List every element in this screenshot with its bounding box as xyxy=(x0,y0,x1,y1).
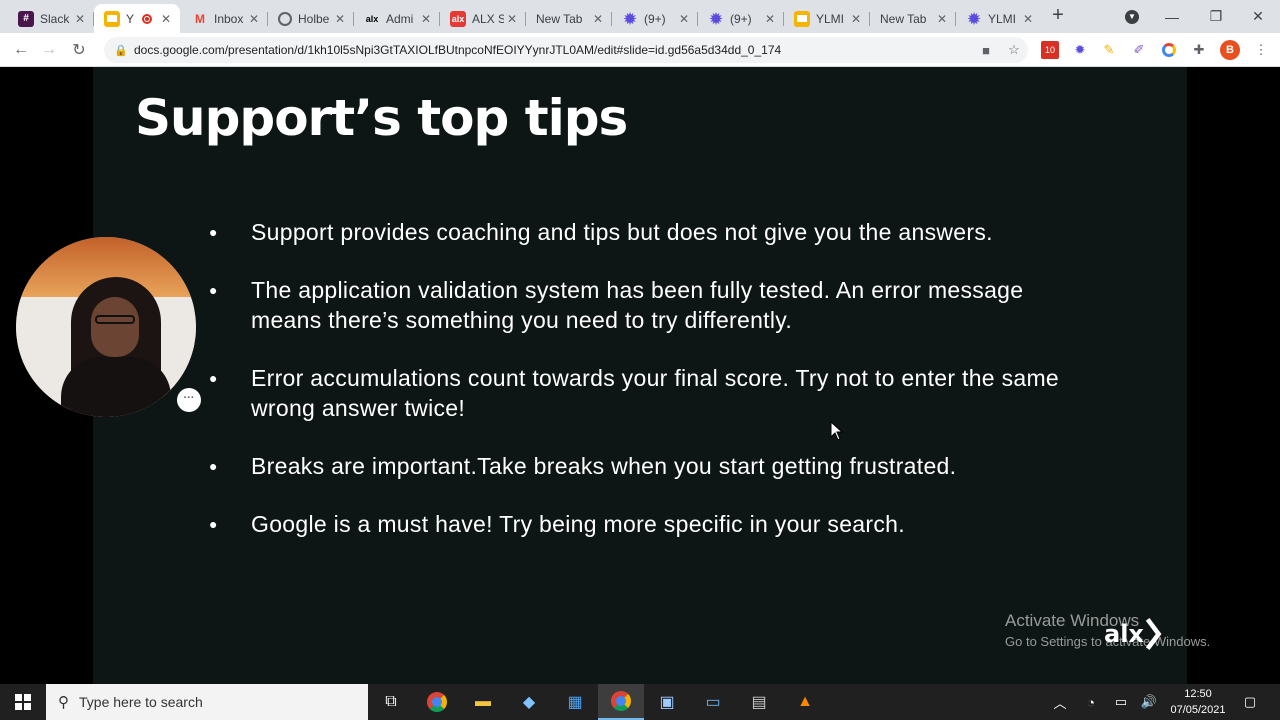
pen-icon[interactable]: ✐ xyxy=(1130,41,1148,59)
remote-desktop-icon[interactable]: ▣ xyxy=(644,684,690,720)
close-tab-icon[interactable]: ✕ xyxy=(158,12,174,26)
bullet-item: The application validation system has be… xyxy=(203,275,1083,335)
gear-purple-icon: ✹ xyxy=(967,10,981,28)
gmail-icon: M xyxy=(195,11,205,26)
globe-icon xyxy=(278,11,292,26)
tab-new-tab-1[interactable]: New Tab ✕ xyxy=(526,4,612,33)
tab-ylmi[interactable]: ✹ YLMI ✕ xyxy=(956,4,1042,33)
bullet-item: Breaks are important.Take breaks when yo… xyxy=(203,451,1083,481)
url-text: docs.google.com/presentation/d/1kh10l5sN… xyxy=(134,43,782,57)
browser-tab-strip: # Slack ✕ Y ✕ M Inbox ✕ Holbe ✕ alx Admi… xyxy=(0,0,1280,33)
tab-new-tab-2[interactable]: New Tab ✕ xyxy=(870,4,956,33)
chevron-right-icon xyxy=(1145,618,1162,650)
windows-logo-icon xyxy=(15,694,31,710)
close-tab-icon[interactable]: ✕ xyxy=(590,12,606,26)
minimize-button[interactable]: — xyxy=(1150,0,1194,33)
alx-logo: alx xyxy=(1104,613,1164,655)
tab-notifications-2[interactable]: ✹ (9+) ✕ xyxy=(698,4,784,33)
pencil-icon[interactable]: ✎ xyxy=(1100,41,1118,59)
search-icon: ⚲ xyxy=(58,694,69,711)
close-tab-icon[interactable]: ✕ xyxy=(72,12,88,26)
slide-title: Support’s top tips xyxy=(135,89,628,147)
tab-holberton[interactable]: Holbe ✕ xyxy=(268,4,354,33)
extensions-puzzle-icon[interactable]: ✚ xyxy=(1190,41,1208,59)
tab-search-icon[interactable]: ▼ xyxy=(1110,0,1154,33)
windows-taskbar: ⚲ Type here to search ⧉ ▬ ◆ ▦ ▣ ▭ ▤ ▲ ︿ … xyxy=(0,684,1280,720)
volume-icon[interactable]: 🔊 xyxy=(1138,684,1160,720)
profile-avatar[interactable]: B xyxy=(1220,40,1240,60)
browser-menu-icon[interactable]: ⋮ xyxy=(1252,41,1270,59)
close-tab-icon[interactable]: ✕ xyxy=(848,12,864,26)
tab-notifications-1[interactable]: ✹ (9+) ✕ xyxy=(612,4,698,33)
restore-button[interactable]: ❐ xyxy=(1194,0,1238,33)
close-tab-icon[interactable]: ✕ xyxy=(934,12,950,26)
webcam-bubble[interactable] xyxy=(16,237,196,417)
close-tab-icon[interactable]: ✕ xyxy=(418,12,434,26)
slide: Support’s top tips Support provides coac… xyxy=(93,67,1187,684)
slack-icon: # xyxy=(18,10,34,27)
lock-icon: 🔒 xyxy=(114,44,128,57)
wifi-icon[interactable]: ◔ xyxy=(1080,684,1102,720)
close-tab-icon[interactable]: ✕ xyxy=(762,12,778,26)
chrome-taskbar-icon[interactable] xyxy=(414,684,460,720)
store-icon[interactable]: ▦ xyxy=(552,684,598,720)
presentation-viewport: Support’s top tips Support provides coac… xyxy=(0,67,1280,684)
mouse-cursor-icon xyxy=(830,421,844,441)
bullet-item: Google is a must have! Try being more sp… xyxy=(203,509,1083,539)
tab-ylmi-slides[interactable]: YLMI ✕ xyxy=(784,4,870,33)
webcam-more-button[interactable]: ··· xyxy=(177,388,201,412)
reload-button[interactable]: ↻ xyxy=(68,39,90,61)
close-window-button[interactable]: ✕ xyxy=(1236,0,1280,33)
extension-badge-icon[interactable]: 10 xyxy=(1041,41,1059,59)
notes-app-icon[interactable]: ◆ xyxy=(506,684,552,720)
notifications-icon[interactable]: ▢ xyxy=(1238,684,1262,720)
tab-alx-s[interactable]: alx ALX S ✕ xyxy=(440,4,526,33)
bullet-list: Support provides coaching and tips but d… xyxy=(203,217,1083,567)
start-button[interactable] xyxy=(0,684,46,720)
back-button[interactable]: ← xyxy=(10,39,32,61)
gear-purple-icon: ✹ xyxy=(709,10,723,28)
file-explorer-icon[interactable]: ▬ xyxy=(460,684,506,720)
close-tab-icon[interactable]: ✕ xyxy=(332,12,348,26)
task-view-icon[interactable]: ⧉ xyxy=(368,684,414,720)
tab-slides-active[interactable]: Y ✕ xyxy=(94,4,180,33)
gear-purple-icon: ✹ xyxy=(623,10,637,28)
close-tab-icon[interactable]: ✕ xyxy=(246,12,262,26)
close-tab-icon[interactable]: ✕ xyxy=(504,12,520,26)
bullet-item: Error accumulations count towards your f… xyxy=(203,363,1083,423)
system-clock[interactable]: 12:50 07/05/2021 xyxy=(1160,686,1236,718)
camera-icon[interactable]: ■ xyxy=(972,43,1000,58)
forward-button[interactable]: → xyxy=(38,39,60,61)
show-hidden-icons-button[interactable]: ︿ xyxy=(1050,684,1070,720)
battery-icon[interactable]: ▭ xyxy=(1110,684,1132,720)
browser-toolbar: ← → ↻ 🔒 docs.google.com/presentation/d/1… xyxy=(0,33,1280,67)
recording-icon xyxy=(142,13,152,24)
window-app-icon[interactable]: ▭ xyxy=(690,684,736,720)
calculator-icon[interactable]: ▤ xyxy=(736,684,782,720)
address-bar[interactable]: 🔒 docs.google.com/presentation/d/1kh10l5… xyxy=(104,37,1028,63)
close-tab-icon[interactable]: ✕ xyxy=(1020,12,1036,26)
presenter-face xyxy=(91,297,139,357)
color-picker-icon[interactable] xyxy=(1160,41,1178,59)
alx-red-icon: alx xyxy=(450,10,466,27)
tab-inbox[interactable]: M Inbox ✕ xyxy=(182,4,268,33)
close-tab-icon[interactable]: ✕ xyxy=(676,12,692,26)
glasses xyxy=(95,315,135,324)
taskbar-search-box[interactable]: ⚲ Type here to search xyxy=(46,684,368,720)
tab-slack[interactable]: # Slack ✕ xyxy=(8,4,94,33)
new-tab-button[interactable]: + xyxy=(1048,5,1068,26)
chrome-profile-taskbar-icon[interactable] xyxy=(598,684,644,720)
tab-admin[interactable]: alx Admi ✕ xyxy=(354,4,440,33)
alx-icon: alx xyxy=(365,13,379,24)
vlc-icon[interactable]: ▲ xyxy=(782,684,828,720)
bullet-item: Support provides coaching and tips but d… xyxy=(203,217,1083,247)
gear-purple-extension-icon[interactable]: ✹ xyxy=(1071,41,1089,59)
slides-icon xyxy=(104,10,120,27)
slides-icon xyxy=(794,10,810,27)
bookmark-star-icon[interactable]: ☆ xyxy=(1000,42,1028,58)
